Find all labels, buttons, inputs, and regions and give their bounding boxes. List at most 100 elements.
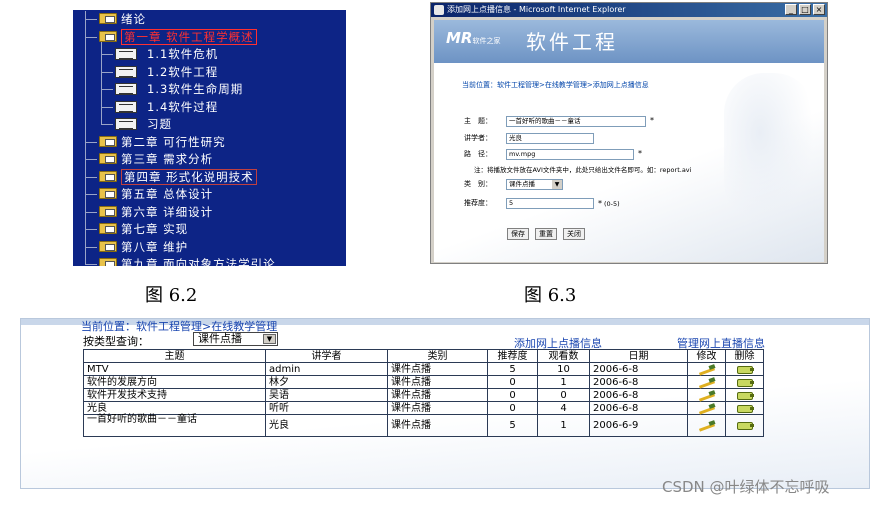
edit-cell <box>687 388 726 402</box>
site-banner: MR软件之家 软件工程 <box>434 20 824 63</box>
type-filter-select[interactable]: 课件点播 ▼ <box>193 332 278 346</box>
column-header: 观看数 <box>537 349 590 363</box>
tree-item[interactable]: 第四章 形式化说明技术 <box>85 168 257 186</box>
minimize-button[interactable]: _ <box>785 4 797 15</box>
tree-branch-line <box>85 256 97 265</box>
delete-eraser-icon[interactable] <box>735 377 755 387</box>
tree-item[interactable]: 第一章 软件工程学概述 <box>85 28 257 46</box>
tree-item-label: 第二章 可行性研究 <box>121 134 226 149</box>
folder-icon <box>99 135 117 147</box>
tree-branch-line <box>85 221 97 230</box>
tree-branch-line <box>85 203 97 213</box>
tree-item[interactable]: 第二章 可行性研究 <box>85 133 226 151</box>
column-header: 日期 <box>589 349 688 363</box>
path-label: 路 径： <box>464 150 492 158</box>
tree-item[interactable]: 1.4软件过程 <box>101 98 218 116</box>
table-row: 光良 听听 课件点播 0 4 2006-6-8 <box>83 401 764 415</box>
chevron-down-icon[interactable]: ▼ <box>263 334 276 344</box>
cell-date: 2006-6-8 <box>589 401 688 415</box>
delete-eraser-icon[interactable] <box>735 390 755 400</box>
tree-item[interactable]: 第九章 面向对象方法学引论 <box>85 255 276 266</box>
tree-branch-line <box>85 28 97 38</box>
delete-eraser-icon[interactable] <box>735 420 755 430</box>
edit-pencil-icon[interactable] <box>697 390 717 400</box>
csdn-watermark: CSDN @叶绿体不忘呼吸 <box>662 478 830 496</box>
delete-cell <box>725 388 764 402</box>
folder-icon <box>99 153 117 164</box>
tree-item[interactable]: 第六章 详细设计 <box>85 203 213 221</box>
required-star: * <box>638 149 642 158</box>
close-window-button[interactable]: × <box>813 4 825 15</box>
tree-branch-line <box>101 63 113 73</box>
folder-icon <box>99 188 117 199</box>
category-select[interactable]: 课件点播 ▼ <box>506 179 563 190</box>
required-star: * <box>650 116 654 125</box>
tree-item-label: 1.4软件过程 <box>147 99 219 114</box>
column-header: 推荐度 <box>487 349 538 363</box>
edit-pencil-icon[interactable] <box>697 420 717 430</box>
tree-item[interactable]: 第五章 总体设计 <box>85 185 213 203</box>
tree-item-label: 第七章 实现 <box>121 222 189 236</box>
cell-date: 2006-6-8 <box>589 375 688 389</box>
edit-cell <box>687 375 726 389</box>
tree-item[interactable]: 1.3软件生命周期 <box>101 80 243 98</box>
vod-management-panel: 当前位置：软件工程管理>在线教学管理 按类型查询： 课件点播 ▼ 添加网上点播信… <box>20 318 870 489</box>
delete-eraser-icon[interactable] <box>735 364 755 374</box>
tree-item[interactable]: 1.1软件危机 <box>101 45 218 63</box>
tree-branch-line <box>85 11 97 20</box>
tree-item[interactable]: 习题 <box>101 115 172 133</box>
recommend-input[interactable]: 5 <box>506 198 594 209</box>
column-header: 修改 <box>687 349 726 363</box>
tree-item-label: 第九章 面向对象方法学引论 <box>121 257 276 266</box>
tree-item[interactable]: 第三章 需求分析 <box>85 150 213 168</box>
folder-icon <box>99 240 117 252</box>
cell-views: 1 <box>537 375 590 389</box>
book-icon <box>115 118 137 130</box>
cell-date: 2006-6-8 <box>589 388 688 402</box>
caption-figure-6-3: 图 6.3 <box>524 285 577 306</box>
lecturer-input[interactable]: 光良 <box>506 133 594 144</box>
tree-item[interactable]: 绪论 <box>85 10 146 28</box>
tree-sub-line <box>101 42 102 124</box>
cell-category: 课件点播 <box>387 414 488 437</box>
lecturer-label: 讲学者： <box>464 134 492 142</box>
tree-branch-line <box>85 186 97 195</box>
tree-item-label: 第一章 软件工程学概述 <box>121 28 257 45</box>
tree-trunk-line <box>85 16 86 256</box>
tree-item[interactable]: 第七章 实现 <box>85 220 188 238</box>
reset-button[interactable]: 重置 <box>535 228 557 240</box>
chevron-down-icon[interactable]: ▼ <box>552 180 562 189</box>
book-icon <box>115 83 137 95</box>
close-button[interactable]: 关闭 <box>563 228 585 240</box>
breadcrumb[interactable]: 当前位置：软件工程管理>在线教学管理>添加网上点播信息 <box>462 80 649 90</box>
tree-item-label: 第五章 总体设计 <box>121 187 214 201</box>
caption-figure-6-2: 图 6.2 <box>145 285 198 306</box>
folder-icon <box>99 205 117 217</box>
cell-views: 4 <box>537 401 590 415</box>
tree-branch-line <box>101 81 113 90</box>
ie-app-icon <box>434 5 444 15</box>
cell-recommend: 0 <box>487 375 538 389</box>
filter-label: 按类型查询： <box>83 335 149 348</box>
cell-lecturer: 听听 <box>265 401 388 415</box>
column-header: 讲学者 <box>265 349 388 363</box>
delete-cell <box>725 375 764 389</box>
maximize-button[interactable]: □ <box>799 4 811 15</box>
cell-recommend: 0 <box>487 388 538 402</box>
edit-pencil-icon[interactable] <box>697 364 717 374</box>
tree-item[interactable]: 1.2软件工程 <box>101 63 218 81</box>
edit-cell <box>687 414 726 437</box>
path-input[interactable]: mv.mpg <box>506 149 634 160</box>
edit-pencil-icon[interactable] <box>697 403 717 413</box>
edit-pencil-icon[interactable] <box>697 377 717 387</box>
delete-eraser-icon[interactable] <box>735 403 755 413</box>
tree-item-label: 绪论 <box>121 12 146 26</box>
cell-subject: 软件开发技术支持 <box>83 388 266 402</box>
save-button[interactable]: 保存 <box>507 228 529 240</box>
tree-item-label: 1.3软件生命周期 <box>147 82 244 96</box>
recommend-label: 推荐度： <box>464 199 492 207</box>
tree-item-label: 1.2软件工程 <box>147 64 219 79</box>
subject-input[interactable]: 一首好听的歌曲－－童话 <box>506 116 646 127</box>
tree-branch-line <box>101 98 113 108</box>
tree-item[interactable]: 第八章 维护 <box>85 238 188 256</box>
